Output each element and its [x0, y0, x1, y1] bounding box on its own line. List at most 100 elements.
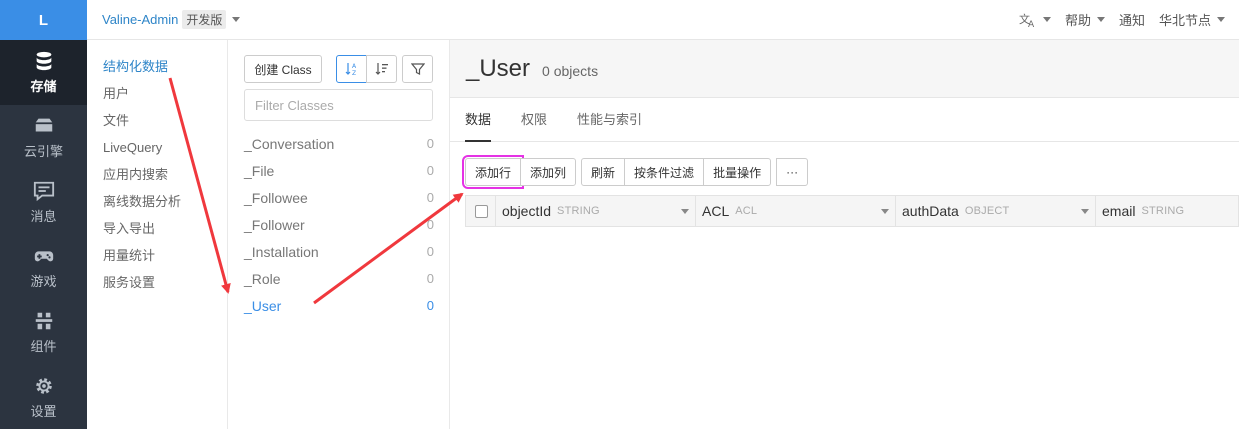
filter-classes-input[interactable]: [244, 89, 433, 121]
column-name: authData: [902, 203, 959, 219]
rail-item-game[interactable]: 游戏: [0, 235, 87, 300]
class-name: _Role: [244, 270, 281, 287]
storage-category-nav: 结构化数据 用户 文件 LiveQuery 应用内搜索 离线数据分析 导入导出 …: [87, 40, 228, 429]
filter-by-condition-button[interactable]: 按条件过滤: [624, 158, 705, 186]
rail-item-message[interactable]: 消息: [0, 170, 87, 235]
tab-data[interactable]: 数据: [465, 98, 492, 142]
nav-item-livequery[interactable]: LiveQuery: [87, 139, 227, 166]
more-options-button[interactable]: ···: [776, 158, 809, 186]
sort-alpha-button[interactable]: AZ: [336, 55, 367, 83]
gear-icon: [35, 378, 52, 394]
column-type: STRING: [1141, 205, 1185, 217]
refresh-button[interactable]: 刷新: [581, 158, 626, 186]
class-count: 0: [426, 298, 434, 313]
chevron-down-icon: [1042, 17, 1051, 22]
class-item-followee[interactable]: _Followee 0: [244, 184, 434, 211]
class-item-user[interactable]: _User 0: [244, 292, 434, 319]
top-bar: Valine-Admin 开发版 文A 帮助 通知 华北节点: [87, 0, 1239, 40]
chevron-down-icon: [1217, 17, 1225, 22]
rail-label: 消息: [30, 209, 57, 224]
add-column-button[interactable]: 添加列: [520, 158, 577, 186]
nav-item-offline-analysis[interactable]: 离线数据分析: [87, 193, 227, 220]
class-count: 0: [426, 190, 434, 205]
class-count: 0: [426, 136, 434, 151]
svg-text:Z: Z: [352, 70, 356, 76]
sort-count-button[interactable]: [366, 55, 397, 83]
svg-text:A: A: [352, 63, 357, 70]
help-menu[interactable]: 帮助: [1065, 10, 1105, 29]
message-icon: [33, 181, 54, 202]
column-header-email[interactable]: email STRING: [1096, 196, 1226, 226]
class-name: _Follower: [244, 216, 305, 233]
column-type: STRING: [557, 205, 600, 217]
rail-label: 存储: [30, 79, 57, 94]
page-title: _User: [466, 55, 531, 82]
column-name: objectId: [502, 203, 552, 219]
sort-desc-icon: [375, 63, 388, 75]
create-class-button[interactable]: 创建 Class: [244, 55, 322, 83]
rail-label: 组件: [30, 339, 57, 354]
nav-item-usage-stats[interactable]: 用量统计: [87, 247, 227, 274]
tab-performance-index[interactable]: 性能与索引: [577, 98, 642, 142]
column-menu-caret-icon[interactable]: [681, 209, 689, 214]
app-switch-caret-icon[interactable]: [232, 17, 241, 22]
svg-text:A: A: [1028, 20, 1035, 28]
class-name: _Followee: [244, 189, 308, 206]
cloud-engine-icon: [35, 118, 52, 132]
select-all-checkbox[interactable]: [475, 204, 488, 218]
class-panel: 创建 Class AZ _Conversation 0 _File 0 _Follo…: [228, 40, 450, 429]
batch-operation-button[interactable]: 批量操作: [703, 158, 772, 186]
rail-label: 游戏: [30, 274, 57, 289]
class-item-role[interactable]: _Role 0: [244, 265, 434, 292]
app-name[interactable]: Valine-Admin: [102, 12, 178, 27]
data-toolbar: 添加行 添加列 刷新 按条件过滤 批量操作 ···: [461, 155, 813, 189]
nav-item-structured-data[interactable]: 结构化数据: [87, 58, 227, 85]
class-item-installation[interactable]: _Installation 0: [244, 238, 434, 265]
tab-permissions[interactable]: 权限: [521, 98, 547, 142]
add-row-button[interactable]: 添加行: [461, 155, 525, 189]
column-name: ACL: [702, 203, 730, 219]
app-logo[interactable]: L: [0, 0, 87, 40]
nav-item-users[interactable]: 用户: [87, 85, 227, 112]
class-list: _Conversation 0 _File 0 _Followee 0 _Follow…: [244, 130, 434, 319]
class-count: 0: [426, 271, 434, 286]
column-name: email: [1102, 203, 1136, 219]
rail-item-cloud-engine[interactable]: 云引擎: [0, 105, 87, 170]
class-name: _Conversation: [244, 135, 335, 152]
main-content: _User 0 objects 数据 权限 性能与索引 添加行 添加列 刷新 按…: [450, 40, 1239, 429]
components-icon: [35, 312, 52, 330]
nav-item-in-app-search[interactable]: 应用内搜索: [87, 166, 227, 193]
rail-item-storage[interactable]: 存储: [0, 40, 87, 105]
class-count: 0: [426, 217, 434, 232]
gamepad-icon: [34, 251, 53, 262]
nav-item-files[interactable]: 文件: [87, 112, 227, 139]
column-type: OBJECT: [964, 205, 1010, 217]
class-item-file[interactable]: _File 0: [244, 157, 434, 184]
column-header-acl[interactable]: ACL ACL: [696, 196, 896, 226]
nav-item-service-settings[interactable]: 服务设置: [87, 274, 227, 301]
grid-header: objectId STRING ACL ACL authData OBJECT …: [465, 195, 1239, 227]
chevron-down-icon: [1096, 17, 1105, 22]
column-menu-caret-icon[interactable]: [1081, 209, 1089, 214]
object-count: 0 objects: [542, 63, 599, 79]
rail-item-components[interactable]: 组件: [0, 300, 87, 365]
class-name: _File: [244, 162, 275, 179]
sort-alpha-icon: AZ: [345, 63, 357, 76]
class-item-conversation[interactable]: _Conversation 0: [244, 130, 434, 157]
class-item-follower[interactable]: _Follower 0: [244, 211, 434, 238]
rail-item-settings[interactable]: 设置: [0, 365, 87, 429]
language-switch[interactable]: 文A: [1019, 12, 1051, 28]
region-menu[interactable]: 华北节点: [1159, 10, 1225, 29]
filter-button[interactable]: [402, 55, 433, 83]
rail-label: 设置: [30, 404, 57, 419]
column-header-authdata[interactable]: authData OBJECT: [896, 196, 1096, 226]
column-header-objectid[interactable]: objectId STRING: [496, 196, 696, 226]
env-badge: 开发版: [182, 10, 227, 29]
notify-link[interactable]: 通知: [1119, 10, 1145, 29]
database-icon: [36, 51, 51, 71]
translate-icon: 文A: [1019, 12, 1035, 28]
class-name: _User: [244, 297, 282, 314]
nav-item-import-export[interactable]: 导入导出: [87, 220, 227, 247]
column-menu-caret-icon[interactable]: [881, 209, 889, 214]
select-all-cell: [466, 196, 496, 226]
